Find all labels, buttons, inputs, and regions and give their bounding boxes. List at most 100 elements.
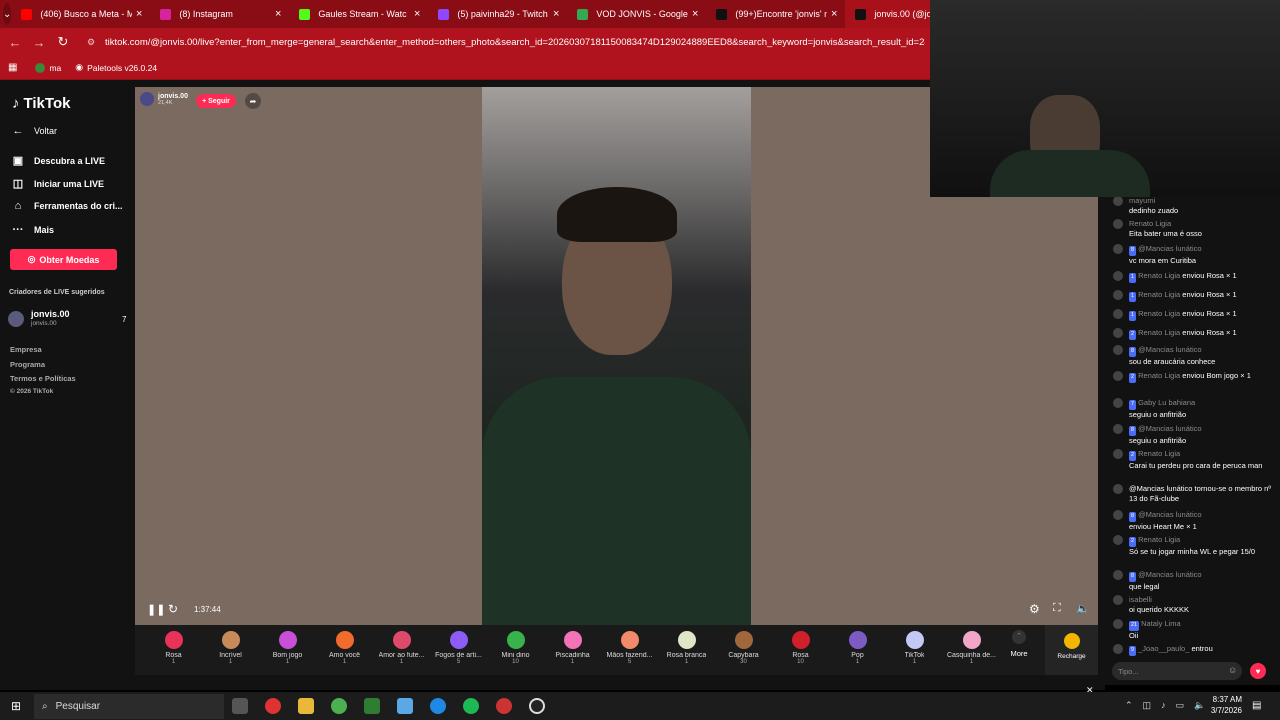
host-avatar[interactable] — [140, 92, 154, 106]
notification-icon[interactable]: ▤ — [1252, 700, 1261, 711]
heart-icon[interactable]: ♥ — [1250, 663, 1266, 679]
chat-input[interactable]: Tipo... — [1112, 662, 1242, 680]
sidebar-item-start-live[interactable]: ◫ Iniciar uma LIVE — [12, 177, 104, 190]
close-tab-icon[interactable]: × — [692, 8, 698, 20]
gift-item[interactable]: Rosa 10 — [772, 625, 829, 665]
pause-icon[interactable]: ❚❚ — [147, 603, 165, 616]
settings-icon[interactable]: ⚙ — [1029, 602, 1040, 616]
chat-user[interactable]: Renato Ligia — [1138, 271, 1180, 280]
apps-grid-icon[interactable]: ▦ — [8, 62, 17, 73]
sidebar-item-more[interactable]: ··· Mais — [12, 224, 55, 236]
chat-user[interactable]: Renato Ligia — [1138, 371, 1180, 380]
host-name[interactable]: jonvis.00 — [158, 93, 188, 100]
refresh-icon[interactable]: ↻ — [168, 602, 178, 616]
sidebar-item-creator-tools[interactable]: ⌂ Ferramentas do cri... — [12, 200, 123, 212]
chat-user[interactable]: Renato Ligia — [1138, 290, 1180, 299]
volume-icon[interactable]: 🔈 — [1076, 602, 1090, 615]
site-info-icon[interactable]: ⚙ — [79, 37, 103, 48]
file-explorer-icon[interactable] — [298, 698, 314, 714]
chat-user[interactable]: @Mancias lunático — [1138, 510, 1201, 519]
close-tab-icon[interactable]: × — [275, 8, 281, 20]
gift-item[interactable]: Pop 1 — [829, 625, 886, 665]
tab-search-button[interactable]: ⌄ — [3, 3, 12, 25]
app-icon-green[interactable] — [364, 698, 380, 714]
chat-user[interactable]: @Mancias lunático — [1138, 424, 1201, 433]
chat-user[interactable]: Renato Ligia — [1138, 328, 1180, 337]
share-icon[interactable]: ➦ — [245, 93, 261, 109]
url-field[interactable]: tiktok.com/@jonvis.00/live?enter_from_me… — [105, 37, 925, 48]
mic-icon[interactable]: ♪ — [1161, 700, 1166, 711]
tiktok-logo[interactable]: ♪ TikTok — [12, 95, 70, 112]
gift-item[interactable]: Amo você 1 — [316, 625, 373, 665]
gift-item[interactable]: Piscadinha 1 — [544, 625, 601, 665]
gift-item[interactable]: Capybara 30 — [715, 625, 772, 665]
close-tab-icon[interactable]: × — [136, 8, 142, 20]
gift-item[interactable]: Mini dino 10 — [487, 625, 544, 665]
gift-item[interactable]: Mãos fazend... 5 — [601, 625, 658, 665]
get-coins-button[interactable]: ◎ Obter Moedas — [10, 249, 117, 270]
suggested-creator[interactable]: jonvis.00 jonvis.00 7 — [8, 309, 128, 331]
spotify-icon[interactable] — [463, 698, 479, 714]
browser-tab[interactable]: (8) Instagram × — [150, 0, 289, 28]
chat-user[interactable]: Nataly Lima — [1141, 619, 1181, 628]
gift-item[interactable]: Incrível 1 — [202, 625, 259, 665]
network-icon[interactable]: ▭ — [1176, 700, 1185, 711]
close-tab-icon[interactable]: × — [831, 8, 837, 20]
chat-user[interactable]: Renato Ligia — [1129, 219, 1171, 228]
chat-user[interactable]: @Mancias lunático — [1138, 570, 1201, 579]
fullscreen-icon[interactable]: ⛶ — [1053, 602, 1061, 615]
sidebar-item-discover-live[interactable]: ▣ Descubra a LIVE — [12, 154, 105, 167]
gift-item[interactable]: Rosa 1 — [145, 625, 202, 665]
browser-tab[interactable]: Gaules Stream - Watc × — [289, 0, 428, 28]
taskbar-search[interactable]: ⌕ Pesquisar — [34, 694, 224, 719]
chrome-active-icon[interactable] — [496, 698, 512, 714]
camera-icon[interactable]: ◫ — [1143, 700, 1152, 711]
chat-user[interactable]: @Mancias lunático — [1138, 244, 1201, 253]
browser-tab[interactable]: VOD JONVIS - Google Dr × — [567, 0, 706, 28]
emoji-icon[interactable]: ☺ — [1228, 665, 1237, 675]
gift-more[interactable]: ⌃ More — [1001, 630, 1037, 658]
app-icon-blue[interactable] — [397, 698, 413, 714]
chevron-up-icon[interactable]: ⌃ — [1125, 700, 1133, 711]
browser-tab[interactable]: (99+)Encontre 'jonvis' no × — [706, 0, 845, 28]
back-link[interactable]: ← Voltar — [12, 125, 58, 137]
bookmark-paletools[interactable]: ◉ Paletools v26.0.24 — [75, 62, 157, 73]
chat-user[interactable]: isabelli — [1129, 595, 1152, 604]
chat-user[interactable]: Gaby Lu bahiana — [1138, 398, 1195, 407]
chat-user[interactable]: Renato Ligia — [1138, 449, 1180, 458]
chat-user[interactable]: mayumi — [1129, 196, 1155, 205]
gift-item[interactable]: Amor ao fute... 1 — [373, 625, 430, 665]
app-icon-red[interactable] — [265, 698, 281, 714]
edge-icon[interactable] — [430, 698, 446, 714]
gift-item[interactable]: Fogos de arti... 5 — [430, 625, 487, 665]
gift-price: 5 — [456, 659, 461, 665]
reload-icon[interactable]: ↻ — [51, 34, 75, 50]
gift-item[interactable]: Rosa branca 1 — [658, 625, 715, 665]
browser-tab[interactable]: (406) Busco a Meta - MC × — [11, 0, 150, 28]
browser-tab[interactable]: (5) paivinha29 - Twitch × — [428, 0, 567, 28]
recharge-button[interactable]: Recharge — [1045, 625, 1098, 675]
chat-user[interactable]: Renato Ligia — [1138, 535, 1180, 544]
clock[interactable]: 8:37 AM 3/7/2026 — [1206, 695, 1242, 715]
chat-user[interactable]: Renato Ligia — [1138, 309, 1180, 318]
chat-user[interactable]: @Mancias lunático — [1138, 345, 1201, 354]
back-arrow-icon[interactable]: ← — [3, 35, 27, 50]
footer-program[interactable]: Programa — [10, 360, 45, 369]
follow-button[interactable]: + Seguir — [196, 94, 236, 108]
task-view-icon[interactable] — [232, 698, 248, 714]
gift-item[interactable]: Bom jogo 1 — [259, 625, 316, 665]
footer-company[interactable]: Empresa — [10, 345, 42, 354]
gift-name: Piscadinha — [555, 652, 590, 659]
bookmark-ma[interactable]: ma — [35, 62, 61, 73]
close-tab-icon[interactable]: × — [553, 8, 559, 20]
footer-terms[interactable]: Termos e Políticas — [10, 374, 76, 383]
gift-item[interactable]: Casquinha de... 1 — [943, 625, 1000, 665]
gift-item[interactable]: TikTok 1 — [886, 625, 943, 665]
volume-icon[interactable]: 🔈 — [1194, 700, 1205, 711]
close-tab-icon[interactable]: × — [414, 8, 420, 20]
obs-icon[interactable] — [529, 698, 545, 714]
forward-arrow-icon[interactable]: → — [27, 35, 51, 50]
windows-start-icon[interactable]: ⊞ — [11, 699, 21, 713]
chrome-icon[interactable] — [331, 698, 347, 714]
chat-user[interactable]: _Joao__paulo_ — [1138, 644, 1189, 653]
